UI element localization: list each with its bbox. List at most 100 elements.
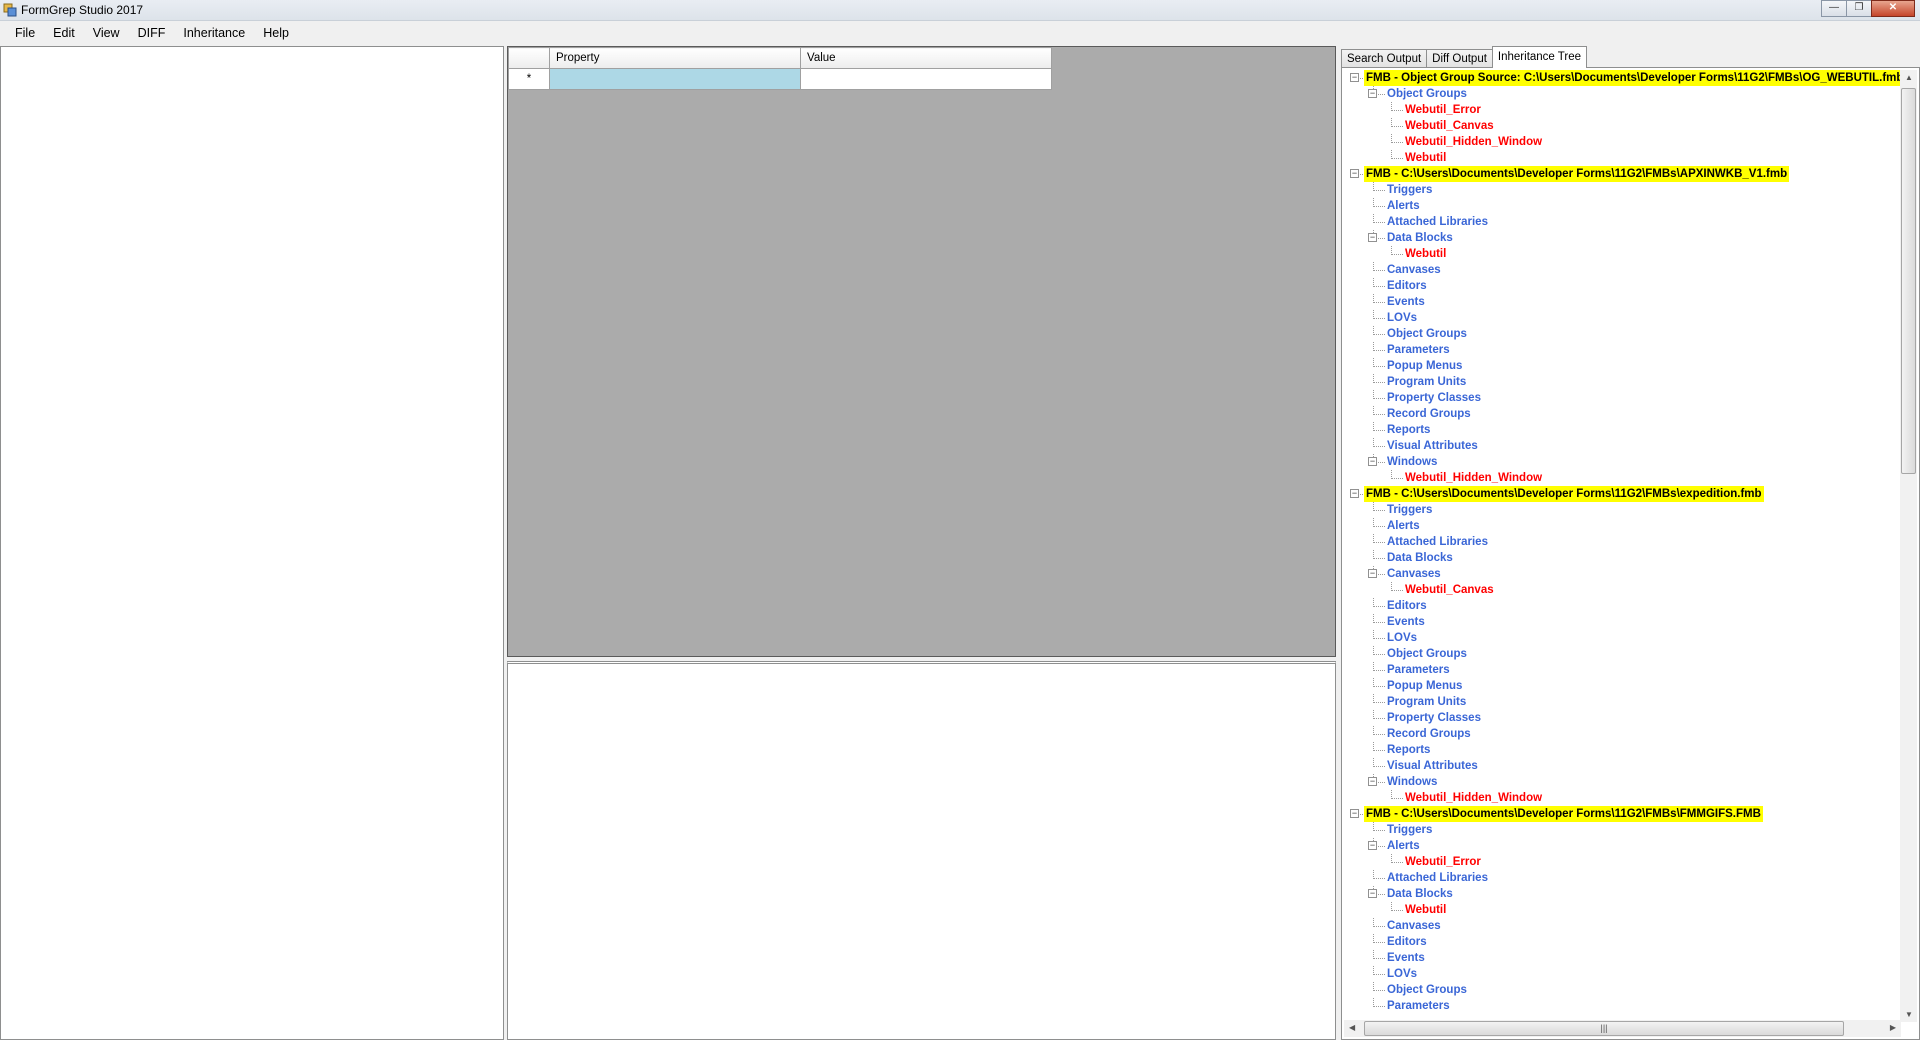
vertical-scroll-thumb[interactable]: [1901, 88, 1916, 474]
scroll-up-icon[interactable]: ▲: [1905, 73, 1913, 82]
row-header-corner[interactable]: [508, 47, 550, 69]
tree-item-node[interactable]: Webutil: [1405, 902, 1446, 918]
inheritance-tree[interactable]: − FMB - Object Group Source: C:\Users\Doc…: [1344, 70, 1901, 1020]
scroll-down-icon[interactable]: ▼: [1905, 1010, 1913, 1019]
left-panel[interactable]: [0, 46, 504, 1040]
value-cell[interactable]: [800, 68, 1052, 90]
tree-category-node[interactable]: Visual Attributes: [1387, 438, 1478, 454]
menu-view[interactable]: View: [84, 23, 129, 43]
tree-category-node[interactable]: Program Units: [1387, 694, 1466, 710]
tree-item-node[interactable]: Webutil_Canvas: [1405, 582, 1494, 598]
tree-item-node[interactable]: Webutil_Error: [1405, 102, 1481, 118]
column-header-value[interactable]: Value: [800, 47, 1052, 69]
tree-item-node[interactable]: Webutil_Hidden_Window: [1405, 134, 1542, 150]
restore-icon[interactable]: ❐: [1846, 0, 1872, 17]
column-header-property[interactable]: Property: [549, 47, 801, 69]
tree-category-node[interactable]: Object Groups: [1387, 982, 1467, 998]
tree-category-node[interactable]: LOVs: [1387, 966, 1417, 982]
tree-category-node[interactable]: Canvases: [1387, 262, 1441, 278]
collapse-icon[interactable]: −: [1368, 89, 1377, 98]
collapse-icon[interactable]: −: [1368, 233, 1377, 242]
tree-category-node[interactable]: Editors: [1387, 598, 1427, 614]
tree-category-node[interactable]: Popup Menus: [1387, 358, 1462, 374]
tree-category-node[interactable]: Object Groups: [1387, 86, 1467, 102]
collapse-icon[interactable]: −: [1368, 777, 1377, 786]
tree-category-node[interactable]: Popup Menus: [1387, 678, 1462, 694]
tree-item-node[interactable]: Webutil: [1405, 150, 1446, 166]
collapse-icon[interactable]: −: [1350, 73, 1359, 82]
tree-category-node[interactable]: Reports: [1387, 742, 1430, 758]
tree-category-node[interactable]: Data Blocks: [1387, 886, 1453, 902]
tree-category-node[interactable]: Property Classes: [1387, 390, 1481, 406]
tree-category-node[interactable]: Object Groups: [1387, 326, 1467, 342]
tree-root-node[interactable]: FMB - Object Group Source: C:\Users\Docu…: [1364, 70, 1901, 86]
tree-category-node[interactable]: Object Groups: [1387, 646, 1467, 662]
tree-category-node[interactable]: Editors: [1387, 934, 1427, 950]
menu-inheritance[interactable]: Inheritance: [174, 23, 254, 43]
tree-category-node[interactable]: Triggers: [1387, 822, 1432, 838]
tree-category-node[interactable]: Triggers: [1387, 502, 1432, 518]
tab-inheritance-tree[interactable]: Inheritance Tree: [1491, 46, 1588, 68]
tree-item-node[interactable]: Webutil_Error: [1405, 854, 1481, 870]
minimize-icon[interactable]: —: [1821, 0, 1847, 17]
property-cell[interactable]: [549, 68, 801, 90]
scroll-left-icon[interactable]: ◀: [1349, 1023, 1355, 1032]
tree-category-node[interactable]: Alerts: [1387, 518, 1420, 534]
tree-category-node[interactable]: Editors: [1387, 278, 1427, 294]
tree-category-node[interactable]: Attached Libraries: [1387, 214, 1488, 230]
close-icon[interactable]: ✕: [1871, 0, 1915, 17]
tree-category-node[interactable]: Canvases: [1387, 918, 1441, 934]
tree-category-node[interactable]: Canvases: [1387, 566, 1441, 582]
tree-category-node[interactable]: Property Classes: [1387, 710, 1481, 726]
collapse-icon[interactable]: −: [1368, 889, 1377, 898]
tree-category-node[interactable]: Attached Libraries: [1387, 870, 1488, 886]
tree-category-node[interactable]: Program Units: [1387, 374, 1466, 390]
menu-diff[interactable]: DIFF: [129, 23, 175, 43]
tree-category-node[interactable]: Attached Libraries: [1387, 534, 1488, 550]
tree-category-node[interactable]: Events: [1387, 950, 1425, 966]
horizontal-scroll-thumb[interactable]: |||: [1364, 1021, 1844, 1036]
collapse-icon[interactable]: −: [1350, 809, 1359, 818]
property-grid[interactable]: Property Value *: [507, 46, 1336, 657]
tree-category-node[interactable]: Parameters: [1387, 342, 1450, 358]
tree-item-node[interactable]: Webutil_Hidden_Window: [1405, 470, 1542, 486]
tree-category-node[interactable]: Alerts: [1387, 838, 1420, 854]
lower-panel[interactable]: [507, 661, 1336, 1040]
scroll-right-icon[interactable]: ▶: [1890, 1023, 1896, 1032]
tree-category-node[interactable]: Visual Attributes: [1387, 758, 1478, 774]
tree-item-node[interactable]: Webutil_Hidden_Window: [1405, 790, 1542, 806]
tree-category-node[interactable]: Windows: [1387, 454, 1437, 470]
tree-category-node[interactable]: Record Groups: [1387, 726, 1471, 742]
tree-category-node[interactable]: Data Blocks: [1387, 550, 1453, 566]
tree-category-node[interactable]: Record Groups: [1387, 406, 1471, 422]
tree-category-node[interactable]: Triggers: [1387, 182, 1432, 198]
tree-item-node[interactable]: Webutil: [1405, 246, 1446, 262]
menu-edit[interactable]: Edit: [44, 23, 84, 43]
collapse-icon[interactable]: −: [1350, 169, 1359, 178]
menu-help[interactable]: Help: [254, 23, 298, 43]
menu-file[interactable]: File: [6, 23, 44, 43]
tree-root-node[interactable]: FMB - C:\Users\Documents\Developer Forms…: [1364, 486, 1764, 502]
tree-category-node[interactable]: LOVs: [1387, 630, 1417, 646]
tree-category-node[interactable]: Reports: [1387, 422, 1430, 438]
vertical-scrollbar[interactable]: ▲ ▼: [1900, 70, 1917, 1022]
tree-category-node[interactable]: Parameters: [1387, 662, 1450, 678]
tree-root-node[interactable]: FMB - C:\Users\Documents\Developer Forms…: [1364, 806, 1763, 822]
tree-item-node[interactable]: Webutil_Canvas: [1405, 118, 1494, 134]
tree-category-node[interactable]: Data Blocks: [1387, 230, 1453, 246]
tree-category-node[interactable]: LOVs: [1387, 310, 1417, 326]
collapse-icon[interactable]: −: [1368, 569, 1377, 578]
collapse-icon[interactable]: −: [1368, 841, 1377, 850]
tab-search-output[interactable]: Search Output: [1341, 49, 1428, 68]
tree-root-node[interactable]: FMB - C:\Users\Documents\Developer Forms…: [1364, 166, 1790, 182]
horizontal-scrollbar[interactable]: ◀ ||| ▶: [1344, 1020, 1901, 1037]
tree-category-node[interactable]: Events: [1387, 294, 1425, 310]
tab-diff-output[interactable]: Diff Output: [1426, 49, 1493, 68]
tree-category-node[interactable]: Events: [1387, 614, 1425, 630]
new-row-marker[interactable]: *: [508, 68, 550, 90]
tree-category-node[interactable]: Alerts: [1387, 198, 1420, 214]
tree-category-node[interactable]: Parameters: [1387, 998, 1450, 1014]
collapse-icon[interactable]: −: [1368, 457, 1377, 466]
collapse-icon[interactable]: −: [1350, 489, 1359, 498]
tree-category-node[interactable]: Windows: [1387, 774, 1437, 790]
